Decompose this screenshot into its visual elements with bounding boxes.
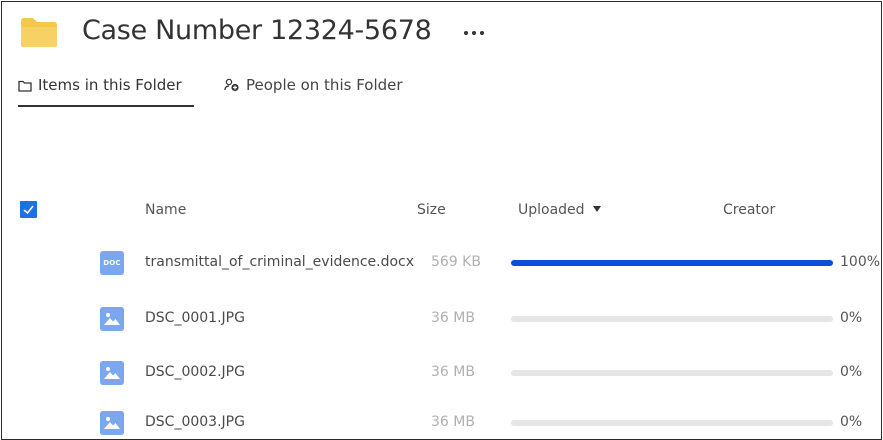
select-all-checkbox[interactable] — [20, 201, 37, 218]
tab-bar: Items in this Folder People on this Fold… — [2, 68, 881, 110]
column-header-size[interactable]: Size — [417, 202, 446, 218]
checkmark-icon — [23, 205, 34, 215]
dot-icon — [472, 31, 476, 35]
page-title: Case Number 12324-5678 — [82, 15, 432, 46]
upload-progress-bar — [511, 370, 833, 376]
table-row[interactable]: DOC transmittal_of_criminal_evidence.doc… — [2, 251, 881, 301]
dot-icon — [464, 31, 468, 35]
column-header-uploaded[interactable]: Uploaded — [518, 202, 601, 218]
file-name[interactable]: DSC_0002.JPG — [145, 364, 245, 380]
folder-icon — [21, 18, 57, 47]
upload-progress-bar — [511, 260, 833, 266]
file-size: 36 MB — [431, 414, 475, 430]
doc-badge: DOC — [103, 259, 121, 267]
file-size: 36 MB — [431, 310, 475, 326]
file-name[interactable]: DSC_0003.JPG — [145, 414, 245, 430]
image-file-icon — [100, 411, 124, 435]
tab-label: Items in this Folder — [38, 76, 182, 94]
sort-descending-icon — [592, 206, 601, 212]
file-name[interactable]: transmittal_of_criminal_evidence.docx — [145, 254, 414, 270]
add-person-icon — [224, 78, 239, 92]
column-header-name[interactable]: Name — [145, 202, 186, 218]
doc-file-icon: DOC — [100, 251, 124, 275]
tab-items-in-folder[interactable]: Items in this Folder — [18, 76, 182, 106]
image-file-icon — [100, 307, 124, 331]
folder-outline-icon — [18, 80, 32, 92]
tab-label: People on this Folder — [246, 76, 403, 94]
app-window: Case Number 12324-5678 Items in this Fol… — [1, 1, 882, 440]
table-row[interactable]: DSC_0002.JPG 36 MB 0% — [2, 361, 881, 411]
upload-progress-bar — [511, 316, 833, 322]
upload-progress-label: 0% — [840, 310, 863, 326]
upload-progress-fill — [511, 260, 833, 266]
table-row[interactable]: DSC_0003.JPG 36 MB 0% — [2, 411, 881, 439]
more-options-button[interactable] — [460, 21, 490, 43]
upload-progress-label: 100% — [840, 254, 881, 270]
file-name[interactable]: DSC_0001.JPG — [145, 310, 245, 326]
file-size: 569 KB — [431, 254, 481, 270]
tab-people-on-folder[interactable]: People on this Folder — [224, 76, 403, 106]
column-header-creator[interactable]: Creator — [723, 202, 775, 218]
upload-progress-label: 0% — [840, 364, 863, 380]
upload-progress-label: 0% — [840, 414, 863, 430]
image-file-icon — [100, 361, 124, 385]
file-size: 36 MB — [431, 364, 475, 380]
dot-icon — [480, 31, 484, 35]
page-header: Case Number 12324-5678 — [2, 2, 881, 68]
active-tab-indicator — [18, 105, 194, 107]
table-row[interactable]: DSC_0001.JPG 36 MB 0% — [2, 307, 881, 357]
column-header-label: Uploaded — [518, 202, 585, 218]
upload-progress-bar — [511, 420, 833, 426]
